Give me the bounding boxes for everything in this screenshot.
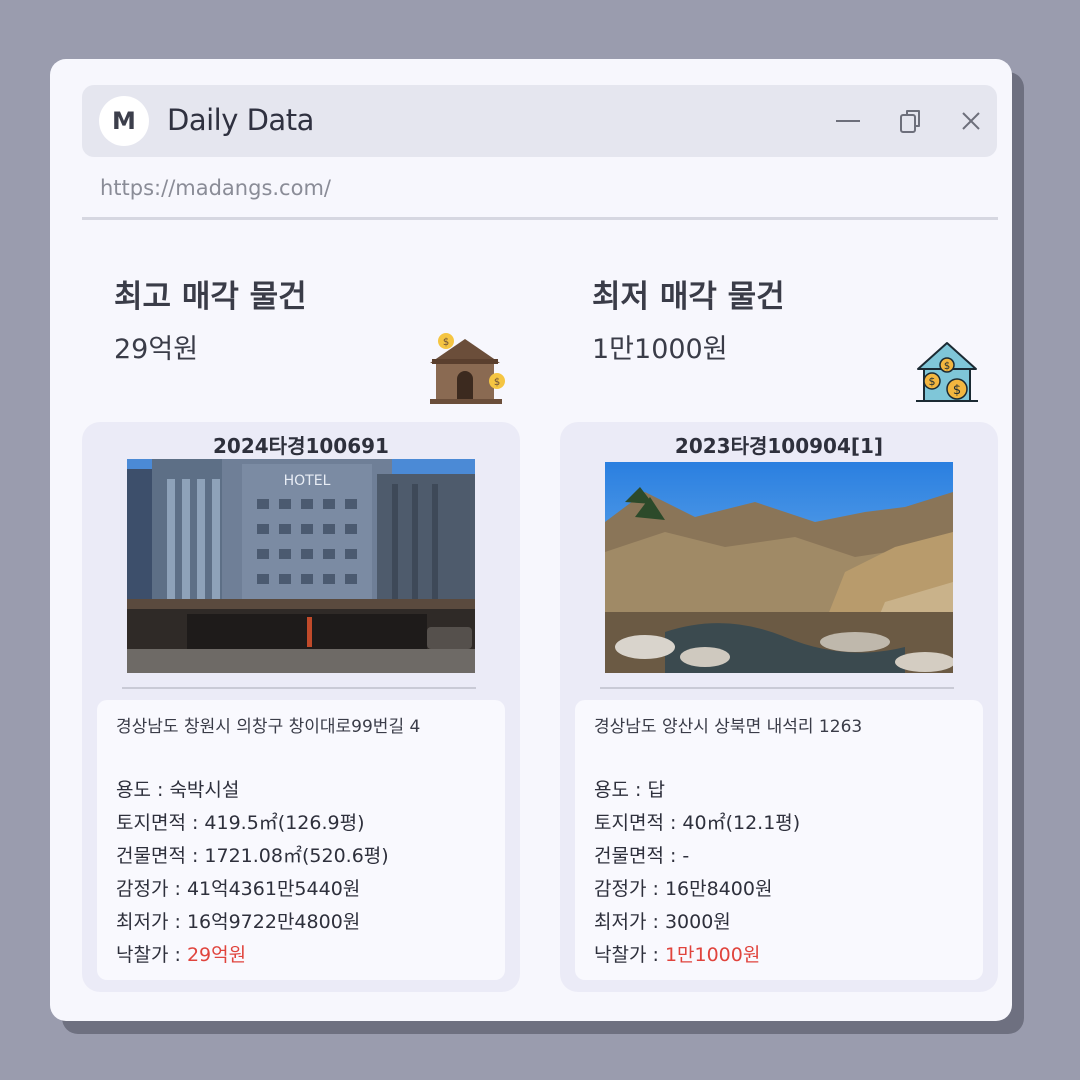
row-land-area: 토지면적 : 40㎡(12.1평) [594, 812, 801, 834]
row-building-area: 건물면적 : 1721.08㎡(520.6평) [116, 845, 389, 867]
mountain-stream-photo [605, 462, 953, 673]
card-divider [122, 687, 476, 689]
copy-icon[interactable] [897, 107, 925, 135]
svg-text:$: $ [944, 361, 950, 372]
url-divider [82, 217, 998, 220]
row-building-area: 건물면적 : - [594, 845, 690, 867]
lowest-value: 1만1000원 [592, 334, 728, 365]
svg-text:$: $ [953, 383, 961, 398]
svg-text:$: $ [494, 377, 500, 388]
highest-label: 최고 매각 물건 [114, 279, 307, 315]
svg-text:HOTEL: HOTEL [284, 473, 331, 489]
case-number: 2024타경100691 [213, 434, 389, 458]
row-land-area: 토지면적 : 419.5㎡(126.9평) [116, 812, 365, 834]
svg-text:$: $ [443, 337, 449, 348]
row-winning-bid: 낙찰가 : 1만1000원 [594, 944, 761, 966]
highest-property-card[interactable]: 2024타경100691 HOTEL 경상남도 창원시 의창구 창이대로99번길… [82, 422, 520, 992]
house-coins-icon: $ $ $ [916, 342, 978, 402]
row-minimum-price: 최저가 : 16억9722만4800원 [116, 911, 361, 933]
row-winning-bid: 낙찰가 : 29억원 [116, 944, 247, 966]
row-appraisal: 감정가 : 41억4361만5440원 [116, 878, 361, 900]
lowest-property-card[interactable]: 2023타경100904[1] 경상남도 양산시 상북면 내석리 1263 용도… [560, 422, 998, 992]
card-divider [600, 687, 954, 689]
app-logo: M [99, 96, 149, 146]
row-minimum-price: 최저가 : 3000원 [594, 911, 731, 933]
title-bar: M Daily Data [82, 85, 997, 157]
app-window: M Daily Data https://madangs.com/ 최고 매각 … [50, 59, 1012, 1021]
lowest-label: 최저 매각 물건 [592, 279, 785, 315]
minimize-icon[interactable] [834, 107, 862, 135]
svg-text:$: $ [929, 375, 936, 388]
row-appraisal: 감정가 : 16만8400원 [594, 878, 773, 900]
close-icon[interactable] [957, 107, 985, 135]
hotel-building-photo: HOTEL [127, 459, 475, 673]
property-info: 경상남도 양산시 상북면 내석리 1263 용도 : 답 토지면적 : 40㎡(… [575, 700, 983, 980]
row-usage: 용도 : 답 [594, 779, 665, 801]
url-text[interactable]: https://madangs.com/ [100, 176, 331, 200]
highest-value: 29억원 [114, 334, 199, 365]
case-number: 2023타경100904[1] [674, 434, 884, 458]
property-info: 경상남도 창원시 의창구 창이대로99번길 4 용도 : 숙박시설 토지면적 :… [97, 700, 505, 980]
app-title: Daily Data [167, 103, 314, 137]
property-address: 경상남도 창원시 의창구 창이대로99번길 4 [116, 717, 421, 737]
row-usage: 용도 : 숙박시설 [116, 779, 240, 801]
property-address: 경상남도 양산시 상북면 내석리 1263 [594, 717, 863, 737]
house-money-icon: $ $ [430, 333, 505, 404]
